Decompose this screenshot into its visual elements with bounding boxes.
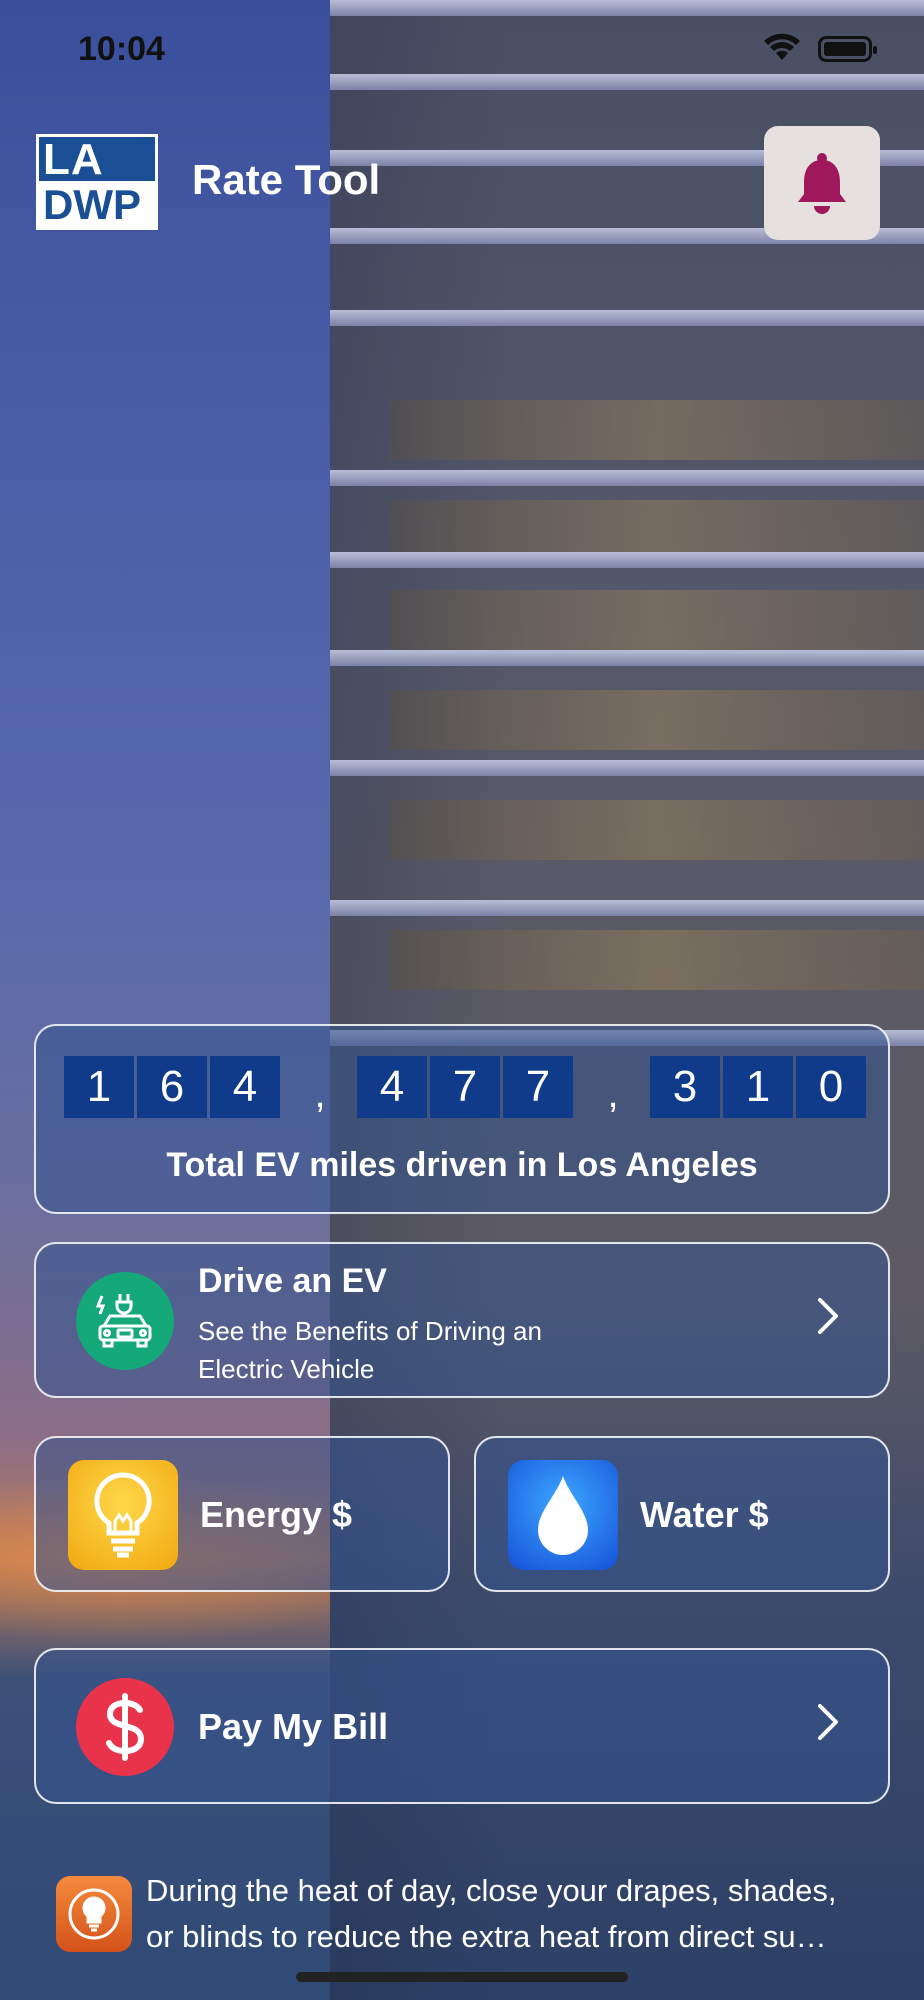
counter-digit: 1 bbox=[64, 1056, 134, 1118]
counter-digit: 6 bbox=[137, 1056, 207, 1118]
energy-tip-text[interactable]: During the heat of day, close your drape… bbox=[146, 1868, 916, 1960]
bell-icon bbox=[798, 153, 846, 214]
water-cost-label: Water $ bbox=[640, 1494, 769, 1535]
water-cost-button[interactable]: Water $ bbox=[474, 1436, 890, 1592]
counter-digit: 4 bbox=[210, 1056, 280, 1118]
page-title: Rate Tool bbox=[192, 156, 381, 203]
counter-digit: 7 bbox=[503, 1056, 573, 1118]
counter-digit: 0 bbox=[796, 1056, 866, 1118]
status-bar: 10:04 bbox=[0, 0, 924, 100]
pay-my-bill-button[interactable]: Pay My Bill bbox=[34, 1648, 890, 1804]
pay-my-bill-label: Pay My Bill bbox=[198, 1706, 389, 1747]
energy-cost-button[interactable]: Energy $ bbox=[34, 1436, 450, 1592]
ev-miles-digits: 1 6 4 , 4 7 7 , 3 1 0 bbox=[64, 1056, 869, 1118]
home-indicator[interactable] bbox=[296, 1972, 628, 1982]
counter-separator: , bbox=[314, 1071, 326, 1116]
counter-separator: , bbox=[607, 1071, 619, 1116]
energy-cost-label: Energy $ bbox=[200, 1494, 353, 1535]
drive-ev-subtitle: See the Benefits of Driving an Electric … bbox=[198, 1316, 542, 1384]
status-time: 10:04 bbox=[78, 30, 165, 68]
ev-miles-caption: Total EV miles driven in Los Angeles bbox=[166, 1146, 758, 1184]
chevron-right-icon bbox=[818, 1298, 838, 1334]
drive-ev-title: Drive an EV bbox=[198, 1262, 387, 1300]
battery-icon bbox=[818, 36, 877, 62]
drive-ev-button[interactable]: Drive an EV See the Benefits of Driving … bbox=[34, 1242, 890, 1398]
lightbulb-icon bbox=[68, 1460, 178, 1570]
ev-miles-counter-card: 1 6 4 , 4 7 7 , 3 1 0 Total EV miles dri… bbox=[34, 1024, 890, 1214]
electric-car-icon bbox=[76, 1272, 174, 1370]
counter-digit: 7 bbox=[430, 1056, 500, 1118]
ladwp-logo: LA DWP bbox=[36, 134, 158, 230]
dollar-sign-icon bbox=[76, 1678, 174, 1776]
counter-digit: 4 bbox=[357, 1056, 427, 1118]
tip-lightbulb-icon bbox=[56, 1876, 132, 1952]
water-drop-icon bbox=[508, 1460, 618, 1570]
counter-digit: 1 bbox=[723, 1056, 793, 1118]
wifi-icon bbox=[762, 32, 802, 67]
notifications-button[interactable] bbox=[764, 126, 880, 240]
counter-digit: 3 bbox=[650, 1056, 720, 1118]
chevron-right-icon bbox=[818, 1704, 838, 1740]
